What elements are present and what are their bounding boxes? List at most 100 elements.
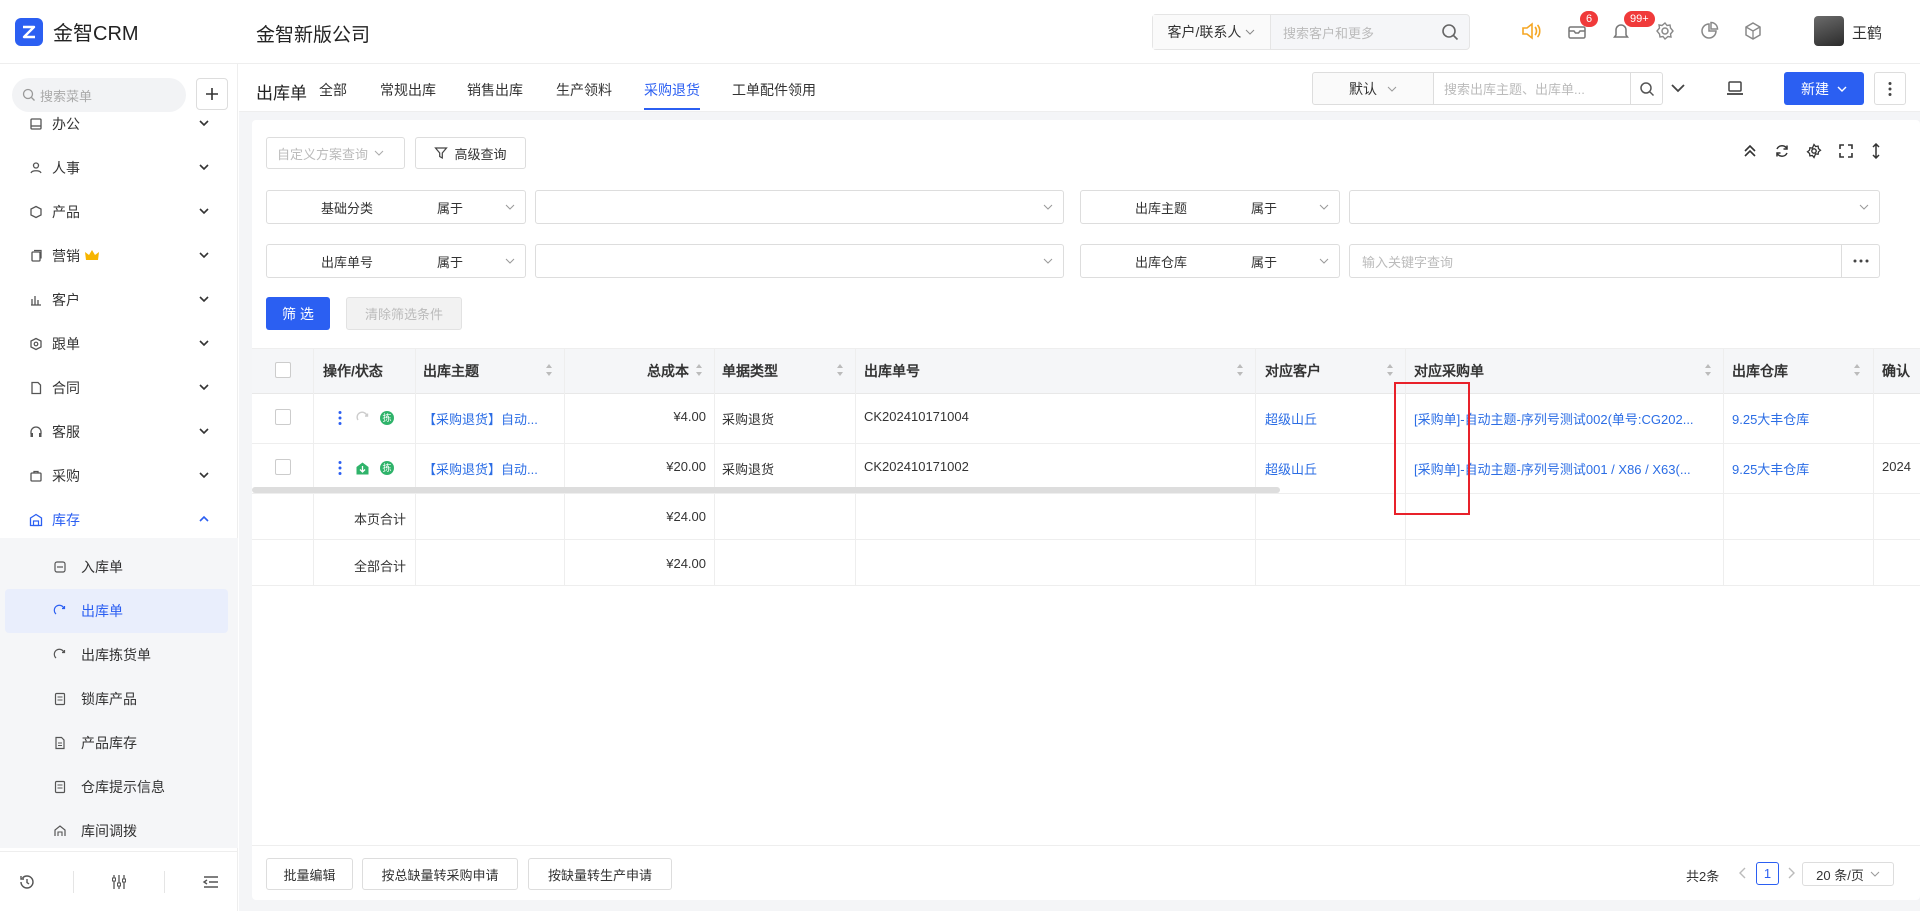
column-header-confirm[interactable]: 确认 [1882, 348, 1910, 394]
shortage-to-purchase-button[interactable]: 按总缺量转采购申请 [362, 858, 518, 890]
sidebar-item-followup[interactable]: 跟单 [0, 322, 238, 366]
row-confirm: 2024 [1882, 459, 1911, 474]
page-size-select[interactable]: 20 条/页 [1802, 862, 1894, 886]
filter-op-warehouse[interactable]: 属于 [1241, 244, 1340, 278]
more-icon[interactable] [1874, 72, 1906, 105]
sidebar-subitem-inbound[interactable]: 入库单 [5, 545, 228, 589]
app-logo[interactable]: 金智CRM [15, 17, 139, 46]
collapse-up-icon[interactable] [1742, 143, 1758, 159]
sidebar-item-purchase[interactable]: 采购 [0, 454, 238, 498]
shortage-to-production-button[interactable]: 按缺量转生产申请 [528, 858, 672, 890]
filter-op-subject[interactable]: 属于 [1241, 190, 1340, 224]
sidebar-footer [0, 851, 238, 911]
sort-icon[interactable] [695, 363, 703, 377]
speaker-icon[interactable] [1520, 20, 1542, 42]
search-icon[interactable] [1431, 23, 1469, 41]
more-options-icon[interactable] [1841, 244, 1880, 278]
select-all-checkbox[interactable] [275, 362, 291, 378]
column-header-customer[interactable]: 对应客户 [1265, 348, 1321, 394]
row-actions-icon[interactable] [338, 460, 342, 476]
column-header-subject[interactable]: 出库主题 [423, 348, 479, 394]
sidebar-subitem-locked-products[interactable]: 锁库产品 [5, 677, 228, 721]
new-button[interactable]: 新建 [1784, 72, 1864, 105]
sort-icon[interactable] [836, 363, 844, 377]
cube-icon[interactable] [1742, 20, 1764, 42]
sort-icon[interactable] [1853, 363, 1861, 377]
horizontal-scrollbar[interactable] [252, 487, 1280, 493]
sidebar-item-marketing[interactable]: 营销 [0, 234, 238, 278]
row-warehouse-link[interactable]: 9.25大丰仓库 [1732, 459, 1809, 478]
row-checkbox[interactable] [275, 459, 291, 475]
row-actions-icon[interactable] [338, 410, 342, 426]
row-customer-link[interactable]: 超级山丘 [1265, 409, 1317, 428]
row-checkbox[interactable] [275, 409, 291, 425]
chevron-down-icon[interactable] [1670, 80, 1686, 96]
row-customer-link[interactable]: 超级山丘 [1265, 459, 1317, 478]
tab-sales-outbound[interactable]: 销售出库 [467, 80, 523, 100]
column-header-cost[interactable]: 总成本 [647, 348, 689, 394]
pie-chart-icon[interactable] [1698, 20, 1720, 42]
sidebar-item-service[interactable]: 客服 [0, 410, 238, 454]
sidebar-subitem-picking[interactable]: 出库拣货单 [5, 633, 228, 677]
advanced-search-button[interactable]: 高级查询 [415, 137, 526, 169]
tab-all[interactable]: 全部 [319, 80, 347, 100]
sidebar-item-product[interactable]: 产品 [0, 190, 238, 234]
filter-value-subject[interactable] [1349, 190, 1880, 224]
collapse-menu-icon[interactable] [202, 873, 220, 891]
tab-regular-outbound[interactable]: 常规出库 [380, 80, 436, 100]
tab-workorder-parts[interactable]: 工单配件领用 [732, 80, 816, 100]
column-header-warehouse[interactable]: 出库仓库 [1732, 348, 1788, 394]
sidebar-item-contract[interactable]: 合同 [0, 366, 238, 410]
global-search-input[interactable]: 搜索客户和更多 [1271, 23, 1431, 42]
username[interactable]: 王鹤 [1852, 22, 1882, 43]
search-icon[interactable] [1630, 72, 1663, 105]
sidebar-item-hr[interactable]: 人事 [0, 146, 238, 190]
custom-scheme-select[interactable]: 自定义方案查询 [266, 137, 405, 169]
row-subject-link[interactable]: 【采购退货】自动... [423, 409, 538, 428]
filter-value-outbound-no[interactable] [535, 244, 1064, 278]
outbound-search-input[interactable]: 搜索出库主题、出库单... [1433, 72, 1631, 105]
sort-icon[interactable] [1704, 363, 1712, 377]
chevron-left-icon[interactable] [1738, 866, 1748, 880]
sidebar-subitem-warehouse-alerts[interactable]: 仓库提示信息 [5, 765, 228, 809]
sort-icon[interactable] [545, 363, 553, 377]
chevron-up-icon [199, 515, 209, 522]
monitor-icon[interactable] [1726, 80, 1744, 96]
refresh-icon[interactable] [1774, 143, 1790, 159]
column-header-type[interactable]: 单据类型 [722, 348, 778, 394]
row-height-icon[interactable] [1870, 143, 1882, 159]
history-icon[interactable] [18, 873, 36, 891]
chevron-right-icon[interactable] [1786, 866, 1796, 880]
column-header-outbound-no[interactable]: 出库单号 [864, 348, 920, 394]
row-warehouse-link[interactable]: 9.25大丰仓库 [1732, 409, 1809, 428]
gear-icon[interactable] [1654, 20, 1676, 42]
row-subject-link[interactable]: 【采购退货】自动... [423, 459, 538, 478]
sort-icon[interactable] [1386, 363, 1394, 377]
tab-purchase-return[interactable]: 采购退货 [644, 80, 700, 100]
sidebar-subitem-label: 出库单 [81, 603, 123, 619]
sidebar-item-customer[interactable]: 客户 [0, 278, 238, 322]
bell-icon[interactable]: 99+ [1610, 11, 1655, 42]
batch-edit-button[interactable]: 批量编辑 [266, 858, 353, 890]
page-number[interactable]: 1 [1756, 862, 1779, 885]
filter-button[interactable]: 筛 选 [266, 297, 330, 330]
tab-production-picking[interactable]: 生产领料 [556, 80, 612, 100]
search-type-select[interactable]: 客户/联系人 [1153, 15, 1271, 49]
sidebar-item-office[interactable]: 办公 [0, 102, 238, 146]
filter-value-warehouse[interactable]: 输入关键字查询 [1349, 244, 1842, 278]
sidebar-subitem-outbound[interactable]: 出库单 [5, 589, 228, 633]
sort-icon[interactable] [1236, 363, 1244, 377]
sliders-icon[interactable] [110, 873, 128, 891]
filter-op-category[interactable]: 属于 [427, 190, 526, 224]
sidebar-item-inventory[interactable]: 库存 [0, 498, 238, 542]
sidebar-subitem-product-stock[interactable]: 产品库存 [5, 721, 228, 765]
filter-value-category[interactable] [535, 190, 1064, 224]
fullscreen-icon[interactable] [1838, 143, 1854, 159]
view-select[interactable]: 默认 [1312, 72, 1434, 105]
sidebar-subitem-transfer[interactable]: 库间调拨 [5, 809, 228, 853]
settings-icon[interactable] [1806, 143, 1822, 159]
filter-op-outbound-no[interactable]: 属于 [427, 244, 526, 278]
mail-icon[interactable]: 6 [1566, 11, 1599, 42]
clear-filters-button[interactable]: 清除筛选条件 [346, 297, 462, 330]
avatar[interactable] [1814, 16, 1844, 46]
